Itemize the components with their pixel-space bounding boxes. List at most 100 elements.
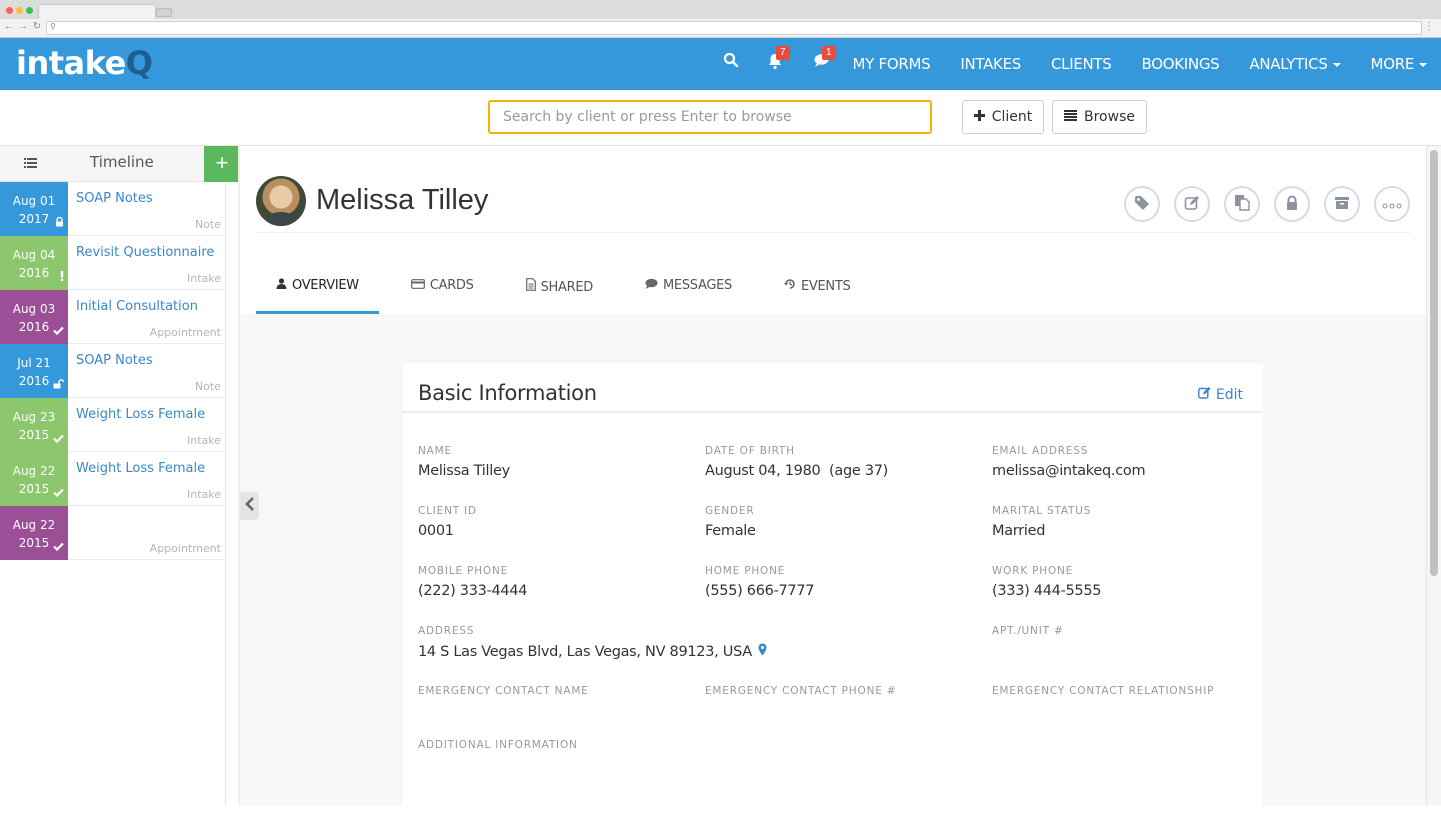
timeline-item[interactable]: Jul 21 2016 SOAP Notes Note <box>0 344 224 398</box>
tab-events-label: EVENTS <box>800 279 851 294</box>
logo[interactable]: intakeQ <box>16 44 153 82</box>
field-value: melissa@intakeq.com <box>992 463 1146 479</box>
scrollbar-thumb[interactable] <box>1430 150 1438 576</box>
timeline-item-title[interactable]: Weight Loss Female <box>76 461 205 476</box>
browser-tab-active[interactable] <box>38 4 156 19</box>
field-value-row: 14 S Las Vegas Blvd, Las Vegas, NV 89123… <box>418 643 978 660</box>
timeline-item-title[interactable]: Initial Consultation <box>76 299 198 314</box>
comment-icon <box>645 278 658 292</box>
tab-shared[interactable]: SHARED <box>506 268 613 314</box>
nav-clients[interactable]: CLIENTS <box>1051 55 1112 73</box>
messages-chat-icon[interactable]: 1 <box>813 46 836 74</box>
window-close-button[interactable] <box>6 7 13 14</box>
timeline-item[interactable]: Aug 03 2016 Initial Consultation Appointmen… <box>0 290 224 344</box>
timeline-month-day: Aug 03 <box>12 302 56 316</box>
field-additional-information: ADDITIONAL INFORMATION <box>418 739 698 757</box>
timeline-date: Aug 04 2016 <box>0 236 68 290</box>
tab-events[interactable]: EVENTS <box>764 268 870 314</box>
nav-bookings[interactable]: BOOKINGS <box>1142 55 1220 73</box>
copy-button[interactable] <box>1224 186 1260 222</box>
field-label: EMAIL ADDRESS <box>992 445 1089 457</box>
field-label: GENDER <box>705 505 755 517</box>
field-emergency-contact-name: EMERGENCY CONTACT NAME <box>418 685 698 703</box>
add-timeline-item-button[interactable]: + <box>204 146 240 182</box>
reload-icon[interactable]: ↻ <box>31 21 43 32</box>
exclamation-icon <box>60 270 64 288</box>
tag-button[interactable] <box>1124 186 1160 222</box>
window-maximize-button[interactable] <box>26 7 33 14</box>
nav-intakes[interactable]: INTAKES <box>960 55 1021 73</box>
client-name: Melissa Tilley <box>316 184 489 216</box>
archive-button[interactable] <box>1324 186 1360 222</box>
timeline-item[interactable]: Aug 01 2017 SOAP Notes Note <box>0 182 224 236</box>
url-bar[interactable]: ⚲ <box>46 21 1422 35</box>
main-scrollbar[interactable] <box>1426 146 1441 806</box>
timeline-item-title[interactable]: Weight Loss Female <box>76 407 205 422</box>
logo-accent: Q <box>125 44 153 82</box>
check-icon <box>53 486 64 504</box>
nav-analytics[interactable]: ANALYTICS <box>1249 55 1341 73</box>
back-icon[interactable]: ← <box>3 21 15 32</box>
field-marital-status: MARITAL STATUS Married <box>992 505 1272 539</box>
field-apt-unit: APT./UNIT # <box>992 625 1272 643</box>
search-icon[interactable] <box>723 52 739 73</box>
tab-cards[interactable]: CARDS <box>391 268 494 314</box>
field-email: EMAIL ADDRESS melissa@intakeq.com <box>992 445 1272 479</box>
add-client-button[interactable]: Client <box>962 100 1044 134</box>
logo-text: intake <box>16 44 126 82</box>
field-label: WORK PHONE <box>992 565 1074 577</box>
map-marker-icon[interactable] <box>758 643 767 660</box>
forward-icon[interactable]: → <box>17 21 29 32</box>
timeline-item-type: Intake <box>186 488 221 501</box>
lock-icon <box>55 216 64 234</box>
browse-button[interactable]: Browse <box>1052 100 1147 134</box>
field-value: 0001 <box>418 523 454 539</box>
field-label: ADDITIONAL INFORMATION <box>418 739 578 751</box>
timeline-item[interactable]: Aug 04 2016 Revisit Questionnaire Intake <box>0 236 224 290</box>
nav-my-forms[interactable]: MY FORMS <box>853 55 931 73</box>
browser-chrome: ← → ↻ ⚲ ⋮ <box>0 0 1441 38</box>
field-label: APT./UNIT # <box>992 625 1064 637</box>
field-value: Female <box>705 523 756 539</box>
timeline-item-title[interactable]: SOAP Notes <box>76 191 153 206</box>
timeline-item-title[interactable]: Revisit Questionnaire <box>76 245 214 260</box>
card-divider <box>403 411 1263 413</box>
list-toggle-icon[interactable] <box>24 155 37 171</box>
edit-basic-info-link[interactable]: Edit <box>1198 386 1243 403</box>
timeline-item-type: Intake <box>186 272 221 285</box>
check-icon <box>53 432 64 450</box>
notifications-bell-icon[interactable]: 7 <box>767 46 790 75</box>
tab-overview[interactable]: OVERVIEW <box>256 268 379 314</box>
lock-button[interactable] <box>1274 186 1310 222</box>
browser-tabbar <box>0 0 1441 19</box>
nav-more[interactable]: MORE <box>1371 55 1427 73</box>
timeline-item-title[interactable]: SOAP Notes <box>76 353 153 368</box>
nav-analytics-label: ANALYTICS <box>1249 55 1328 73</box>
timeline-month-day: Aug 23 <box>12 410 56 424</box>
timeline-item[interactable]: Aug 22 2015 Weight Loss Female Intake <box>0 452 224 506</box>
tab-shared-label: SHARED <box>540 280 594 295</box>
browser-menu-icon[interactable]: ⋮ <box>1424 21 1434 32</box>
field-client-id: CLIENT ID 0001 <box>418 505 698 539</box>
timeline-item[interactable]: Aug 22 2015 Appointment <box>0 506 224 560</box>
field-label: NAME <box>418 445 452 457</box>
plus-icon <box>973 109 985 125</box>
timeline-item[interactable]: Aug 23 2015 Weight Loss Female Intake <box>0 398 224 452</box>
main-menu: MY FORMS INTAKES CLIENTS BOOKINGS ANALYT… <box>853 38 1441 90</box>
timeline-month-day: Aug 22 <box>12 464 56 478</box>
more-options-button[interactable] <box>1374 186 1410 222</box>
window-minimize-button[interactable] <box>16 7 23 14</box>
edit-client-button[interactable] <box>1174 186 1210 222</box>
browser-new-tab[interactable] <box>156 8 172 17</box>
timeline-date: Jul 21 2016 <box>0 344 68 398</box>
timeline-title: Timeline <box>90 153 154 171</box>
timeline-item-type: Note <box>194 218 221 231</box>
field-mobile-phone: MOBILE PHONE (222) 333-4444 <box>418 565 698 599</box>
timeline-month-day: Jul 21 <box>17 356 51 370</box>
collapse-sidebar-button[interactable] <box>240 492 259 520</box>
profile-header: Melissa Tilley OVERVIEW CARDS SHARED MES… <box>240 146 1426 314</box>
copy-icon <box>1234 194 1250 214</box>
client-search-input[interactable] <box>488 100 932 134</box>
tab-messages[interactable]: MESSAGES <box>625 268 752 314</box>
timeline-year: 2016 <box>18 266 50 280</box>
